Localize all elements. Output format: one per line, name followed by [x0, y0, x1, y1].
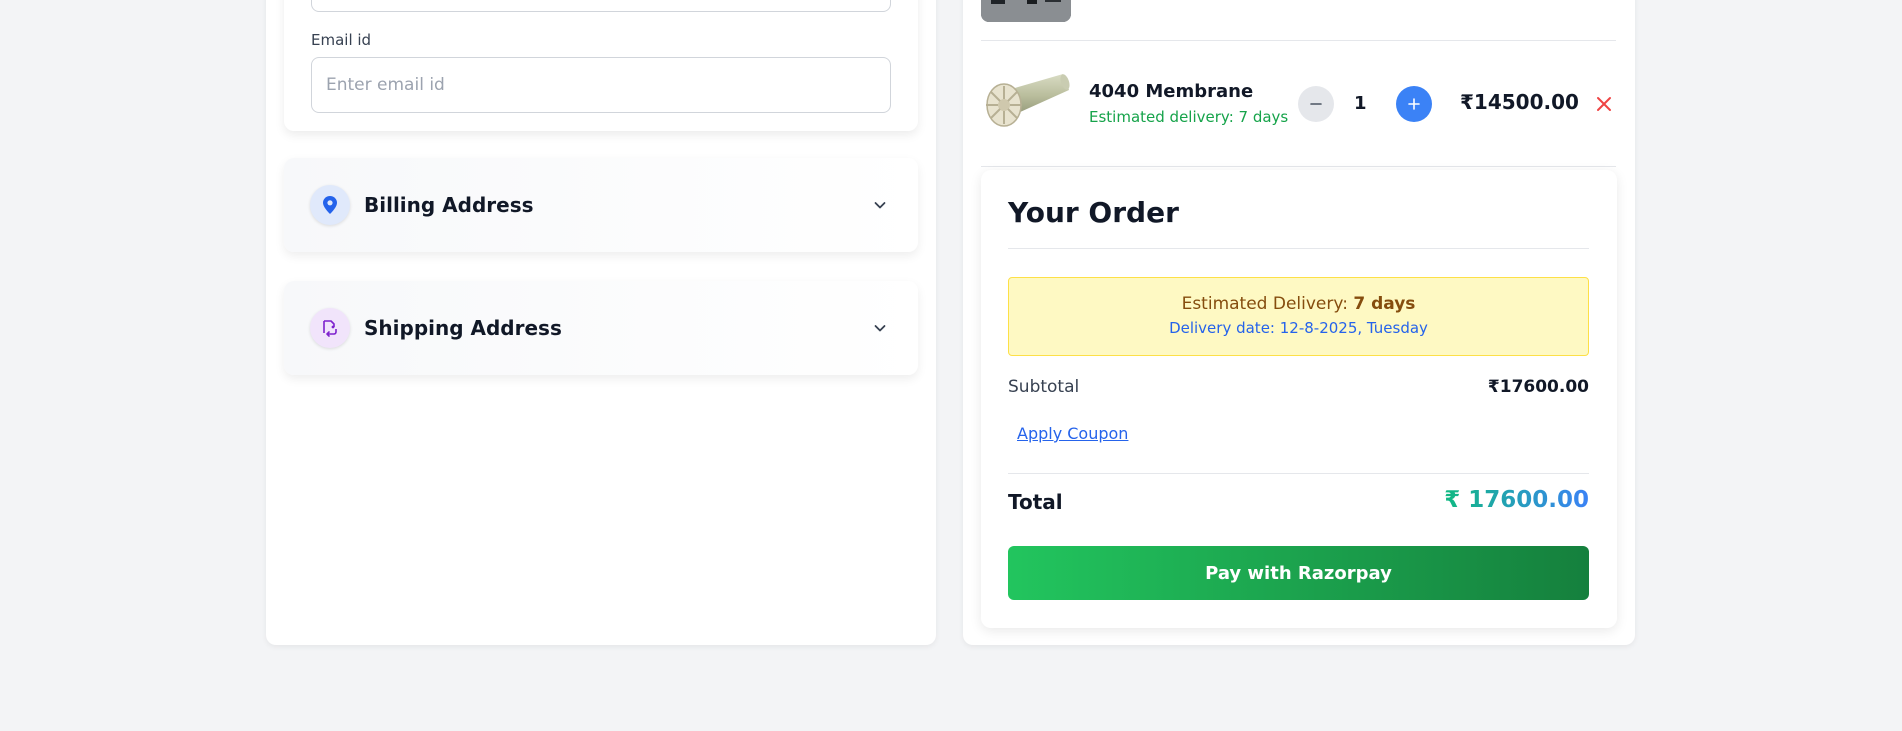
cart-divider [981, 166, 1616, 167]
email-label: Email id [311, 31, 372, 49]
estimated-delivery: Estimated Delivery: 7 days [1009, 294, 1588, 314]
total-value: ₹ 17600.00 [1444, 487, 1589, 513]
estimated-delivery-label: Estimated Delivery: [1181, 294, 1348, 314]
total-label: Total [1008, 490, 1063, 514]
membrane-product-image [986, 74, 1070, 127]
delivery-date: Delivery date: 12-8-2025, Tuesday [1169, 319, 1428, 337]
order-divider [1008, 248, 1589, 249]
subtotal-label: Subtotal [1008, 377, 1080, 397]
total-divider [1008, 473, 1589, 474]
location-pin-icon [310, 185, 350, 225]
quantity-value: 1 [1354, 93, 1367, 114]
estimated-delivery-days: 7 days [1353, 294, 1416, 314]
cart-divider [981, 40, 1616, 41]
cart-item: 4040 Membrane Estimated delivery: 7 days… [981, 70, 1616, 140]
shipping-icon [310, 308, 350, 348]
apply-coupon-link[interactable]: Apply Coupon [1017, 424, 1128, 443]
product-price: ₹14500.00 [1460, 90, 1579, 114]
product-name: 4040 Membrane [1089, 81, 1254, 102]
subtotal-value: ₹17600.00 [1487, 377, 1589, 397]
delivery-estimate-box: Estimated Delivery: 7 days Delivery date… [1008, 277, 1589, 356]
order-title: Your Order [1008, 196, 1179, 229]
billing-address-accordion[interactable]: Billing Address [284, 158, 918, 252]
phone-field[interactable] [311, 0, 891, 12]
shipping-address-accordion[interactable]: Shipping Address [284, 281, 918, 375]
shipping-address-title: Shipping Address [364, 316, 562, 340]
chevron-down-icon [874, 325, 886, 332]
email-field[interactable] [311, 57, 891, 113]
billing-address-title: Billing Address [364, 193, 534, 217]
chevron-down-icon [874, 202, 886, 209]
your-order-card: Your Order Estimated Delivery: 7 days De… [981, 170, 1617, 628]
product-delivery-estimate: Estimated delivery: 7 days [1089, 108, 1289, 126]
minus-icon [1310, 103, 1322, 105]
decrease-quantity-button[interactable] [1298, 86, 1334, 122]
product-thumbnail [981, 0, 1071, 22]
remove-item-icon[interactable] [1594, 94, 1614, 114]
plus-icon [1408, 98, 1420, 110]
pay-with-razorpay-button[interactable]: Pay with Razorpay [1008, 546, 1589, 600]
increase-quantity-button[interactable] [1396, 86, 1432, 122]
